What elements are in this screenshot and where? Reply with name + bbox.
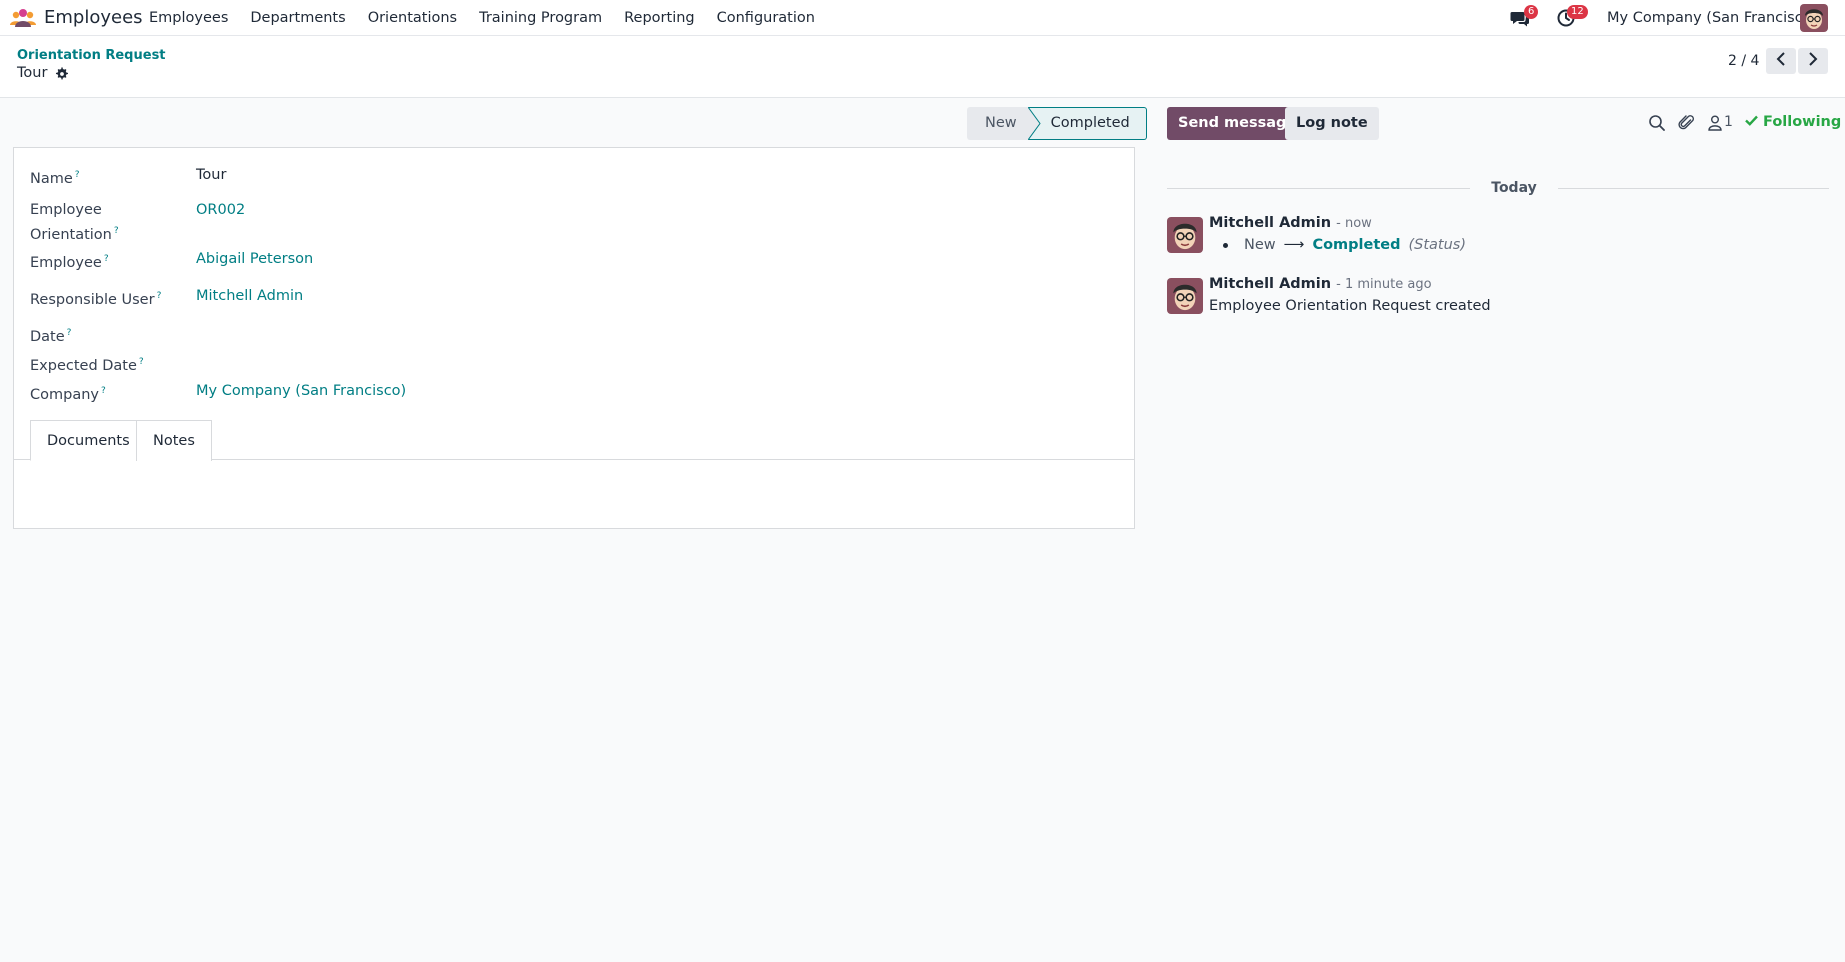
date-field[interactable] (196, 323, 596, 344)
menu-item-employees[interactable]: Employees (138, 0, 239, 36)
message-author-name[interactable]: Mitchell Admin (1209, 215, 1331, 231)
tab-documents[interactable]: Documents (30, 420, 147, 461)
activities-badge: 12 (1567, 5, 1588, 19)
app-name[interactable]: Employees (44, 7, 143, 28)
date-separator-label: Today (1491, 180, 1537, 196)
status-stage-completed-label: Completed (1050, 115, 1130, 131)
company-field[interactable]: My Company (San Francisco) (196, 381, 406, 402)
main-menu: Employees Departments Orientations Train… (138, 0, 826, 36)
menu-item-configuration[interactable]: Configuration (706, 0, 826, 36)
avatar[interactable] (1800, 4, 1828, 32)
menu-item-orientations[interactable]: Orientations (357, 0, 468, 36)
page-title: Tour (17, 65, 48, 81)
employee-orientation-label-line2: Orientation (30, 226, 112, 243)
date-separator-line (1558, 188, 1829, 189)
company-label-text: Company (30, 386, 99, 403)
avatar[interactable] (1167, 278, 1203, 314)
record-title-row: Tour (17, 65, 69, 81)
employee-orientation-label: Employee Orientation? (30, 200, 119, 246)
responsible-user-label: Responsible User? (30, 286, 161, 311)
employee-label: Employee? (30, 249, 109, 274)
avatar[interactable] (1167, 217, 1203, 253)
company-switcher[interactable]: My Company (San Francisco) (1607, 0, 1817, 36)
tracking-old-value: New (1244, 237, 1276, 253)
following-button[interactable]: Following (1745, 114, 1841, 130)
paperclip-icon[interactable] (1678, 114, 1696, 132)
expected-date-field[interactable] (196, 352, 596, 373)
status-stage-completed[interactable]: Completed (1027, 107, 1147, 140)
employee-orientation-field[interactable]: OR002 (196, 200, 245, 221)
date-label-text: Date (30, 328, 65, 345)
menu-item-training-program[interactable]: Training Program (468, 0, 613, 36)
message-time: - now (1336, 216, 1372, 231)
gear-icon[interactable] (55, 66, 69, 80)
breadcrumb[interactable]: Orientation Request (17, 48, 166, 63)
employee-label-text: Employee (30, 254, 102, 271)
responsible-user-label-text: Responsible User (30, 291, 155, 308)
tracking-field-name: (Status) (1408, 237, 1467, 253)
help-tooltip-icon[interactable]: ? (139, 357, 144, 367)
tab-notes[interactable]: Notes (136, 420, 212, 461)
status-stage-new[interactable]: New (967, 107, 1029, 140)
tracking-new-value: Completed (1312, 237, 1401, 253)
chevron-right-icon (1808, 52, 1818, 70)
menu-item-reporting[interactable]: Reporting (613, 0, 706, 36)
check-icon (1745, 114, 1758, 130)
long-arrow-right-icon: ⟶ (1283, 237, 1305, 253)
name-field[interactable]: Tour (196, 165, 226, 186)
company-label: Company? (30, 381, 106, 406)
message-author-name[interactable]: Mitchell Admin (1209, 276, 1331, 292)
pager-previous-button[interactable] (1766, 48, 1796, 74)
menu-item-departments[interactable]: Departments (239, 0, 356, 36)
following-label: Following (1763, 114, 1842, 130)
help-tooltip-icon[interactable]: ? (157, 291, 162, 301)
name-label: Name? (30, 165, 80, 190)
tracking-value-change: New ⟶ Completed (Status) (1209, 237, 1466, 253)
pager-next-button[interactable] (1798, 48, 1828, 74)
message-time: - 1 minute ago (1336, 277, 1432, 292)
help-tooltip-icon[interactable]: ? (75, 170, 80, 180)
help-tooltip-icon[interactable]: ? (114, 226, 119, 236)
search-icon[interactable] (1648, 114, 1666, 132)
date-separator-line (1167, 188, 1470, 189)
date-label: Date? (30, 323, 71, 348)
status-bar: New Completed (967, 107, 1147, 140)
messages-badge: 6 (1524, 5, 1539, 19)
pager-value[interactable]: 2 / 4 (1728, 53, 1759, 69)
main-navbar: Employees Employees Departments Orientat… (0, 0, 1845, 36)
expected-date-label: Expected Date? (30, 352, 144, 377)
bullet (1223, 242, 1228, 248)
message-author[interactable]: Mitchell Admin - now (1209, 215, 1372, 231)
form-sheet: Name? Tour Employee Orientation? OR002 E… (13, 147, 1135, 529)
responsible-user-field[interactable]: Mitchell Admin (196, 286, 303, 307)
expected-date-label-text: Expected Date (30, 357, 137, 374)
help-tooltip-icon[interactable]: ? (67, 328, 72, 338)
person-icon[interactable] (1706, 114, 1724, 132)
help-tooltip-icon[interactable]: ? (101, 386, 106, 396)
log-note-button[interactable]: Log note (1285, 107, 1379, 140)
employee-field[interactable]: Abigail Peterson (196, 249, 313, 270)
control-panel: Orientation Request Tour 2 / 4 (0, 36, 1845, 98)
chevron-left-icon (1776, 52, 1786, 70)
notebook-tabs: Documents Notes (14, 420, 1134, 461)
followers-count[interactable]: 1 (1724, 114, 1733, 130)
employee-orientation-label-line1: Employee (30, 202, 102, 218)
employees-app-icon[interactable] (9, 7, 37, 29)
message-body: Employee Orientation Request created (1209, 298, 1491, 314)
name-label-text: Name (30, 170, 73, 187)
date-separator: Today (1167, 180, 1829, 196)
message-author[interactable]: Mitchell Admin - 1 minute ago (1209, 276, 1432, 292)
help-tooltip-icon[interactable]: ? (104, 254, 109, 264)
